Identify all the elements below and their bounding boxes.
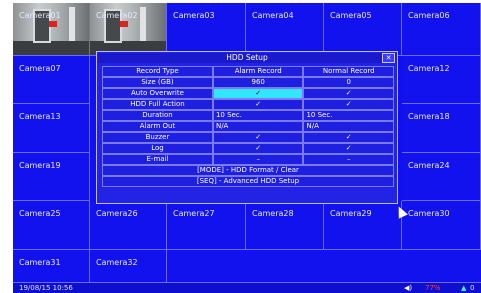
camera-name: Camera31 [19,258,61,267]
hdd-format-clear-action[interactable]: [MODE] - HDD Format / Clear [102,165,394,176]
row-label: E-mail [102,154,213,165]
hdd-usage-percent: 77% [425,284,441,292]
row-alarm-out: Alarm Out N/A N/A [102,121,394,132]
camera-tile-30[interactable]: Camera30 [402,201,481,250]
camera-tile-19[interactable]: Camera19 [13,153,90,201]
camera-name: Camera19 [19,161,61,170]
camera-name: Camera29 [330,209,372,218]
camera-tile-32[interactable]: Camera32 [90,250,167,283]
network-icon: ▲ [461,284,467,292]
camera-name: Camera26 [96,209,138,218]
buzzer-alarm-toggle[interactable]: ✓ [212,132,304,143]
row-label: Log [102,143,213,154]
auto-overwrite-alarm-toggle[interactable]: ✓ [212,88,304,99]
email-normal-toggle[interactable]: – [303,154,394,165]
close-button[interactable]: ✕ [382,53,395,63]
footer-seq-row: [SEQ] - Advanced HDD Setup [102,176,394,187]
camera-tile-13[interactable]: Camera13 [13,104,90,153]
screen: Camera01 Camera02 Camera03 Camera04 Came… [0,0,481,293]
row-label: HDD Full Action [102,99,213,110]
camera-name: Camera01 [19,11,61,20]
camera-tile-04[interactable]: Camera04 [246,3,324,56]
camera-tile-24[interactable]: Camera24 [402,153,481,201]
row-label: Auto Overwrite [102,88,213,99]
empty-area [167,250,481,283]
auto-overwrite-normal-toggle[interactable]: ✓ [303,88,394,99]
camera-name: Camera28 [252,209,294,218]
hdd-settings-table: Record Type Alarm Record Normal Record S… [102,66,394,187]
header-normal-record: Normal Record [303,66,394,77]
footer-mode-row: [MODE] - HDD Format / Clear [102,165,394,176]
camera-name: Camera27 [173,209,215,218]
camera-tile-27[interactable]: Camera27 [167,201,246,250]
size-alarm-field[interactable]: 960 [212,77,304,88]
camera-name: Camera13 [19,112,61,121]
camera-name: Camera02 [96,11,138,20]
camera-name: Camera03 [173,11,215,20]
camera-name: Camera18 [408,112,450,121]
camera-name: Camera30 [408,209,450,218]
status-bar: 19/08/15 10:56 ◀) 77% ▲ 0 [13,283,481,293]
camera-name: Camera05 [330,11,372,20]
camera-tile-06[interactable]: Camera06 [402,3,481,56]
camera-tile-26[interactable]: Camera26 [90,201,167,250]
header-alarm-record: Alarm Record [212,66,304,77]
camera-name: Camera25 [19,209,61,218]
row-label: Duration [102,110,213,121]
advanced-hdd-setup-action[interactable]: [SEQ] - Advanced HDD Setup [102,176,394,187]
log-normal-toggle[interactable]: ✓ [303,143,394,154]
row-hdd-full-action: HDD Full Action ✓ ✓ [102,99,394,110]
log-alarm-toggle[interactable]: ✓ [212,143,304,154]
row-log: Log ✓ ✓ [102,143,394,154]
camera-tile-31[interactable]: Camera31 [13,250,90,283]
camera-name: Camera07 [19,64,61,73]
speaker-icon: ◀) [404,284,413,292]
dialog-title: HDD Setup [98,53,396,63]
table-header-row: Record Type Alarm Record Normal Record [102,66,394,77]
camera-tile-02[interactable]: Camera02 [90,3,167,56]
row-size: Size (GB) 960 0 [102,77,394,88]
hdd-full-alarm-toggle[interactable]: ✓ [212,99,304,110]
datetime-display: 19/08/15 10:56 [19,284,73,292]
camera-tile-01[interactable]: Camera01 [13,3,90,56]
camera-tile-25[interactable]: Camera25 [13,201,90,250]
camera-name: Camera12 [408,64,450,73]
row-auto-overwrite: Auto Overwrite ✓ ✓ [102,88,394,99]
camera-name: Camera04 [252,11,294,20]
row-email: E-mail – – [102,154,394,165]
hdd-full-normal-toggle[interactable]: ✓ [303,99,394,110]
duration-normal-field[interactable]: 10 Sec. [303,110,394,121]
row-label: Buzzer [102,132,213,143]
camera-tile-03[interactable]: Camera03 [167,3,246,56]
dvr-monitor: Camera01 Camera02 Camera03 Camera04 Came… [13,3,481,293]
alarm-out-normal-field[interactable]: N/A [303,121,394,132]
email-alarm-toggle[interactable]: – [212,154,304,165]
buzzer-normal-toggle[interactable]: ✓ [303,132,394,143]
row-duration: Duration 10 Sec. 10 Sec. [102,110,394,121]
row-label: Alarm Out [102,121,213,132]
camera-tile-07[interactable]: Camera07 [13,56,90,104]
camera-name: Camera32 [96,258,138,267]
camera-tile-18[interactable]: Camera18 [402,104,481,153]
camera-tile-05[interactable]: Camera05 [324,3,402,56]
row-buzzer: Buzzer ✓ ✓ [102,132,394,143]
camera-tile-12[interactable]: Camera12 [402,56,481,104]
camera-name: Camera24 [408,161,450,170]
alarm-out-alarm-field[interactable]: N/A [212,121,304,132]
row-label: Size (GB) [102,77,213,88]
hdd-setup-dialog: HDD Setup ✕ Record Type Alarm Record Nor… [96,51,398,204]
camera-name: Camera06 [408,11,450,20]
header-record-type: Record Type [102,66,213,77]
network-value: 0 [470,284,475,292]
camera-tile-29[interactable]: Camera29 [324,201,402,250]
camera-tile-28[interactable]: Camera28 [246,201,324,250]
size-normal-field[interactable]: 0 [303,77,394,88]
duration-alarm-field[interactable]: 10 Sec. [212,110,304,121]
